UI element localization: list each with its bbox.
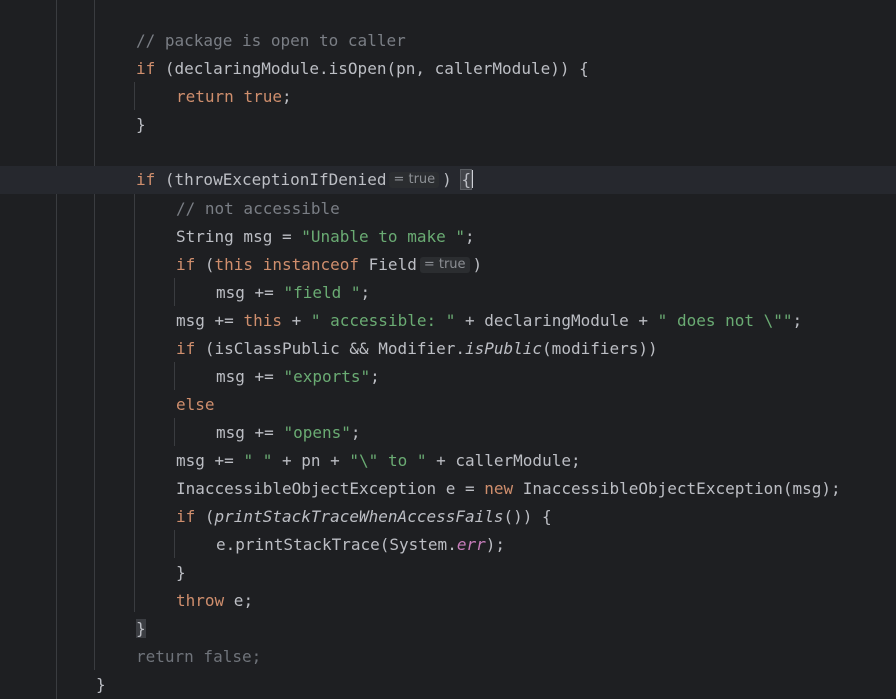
code-text: ;	[465, 227, 475, 246]
string-literal: "exports"	[283, 367, 371, 386]
indent-guide	[94, 0, 95, 670]
string-literal: "Unable to make "	[301, 227, 465, 246]
code-line[interactable]: // not accessible	[176, 195, 340, 223]
keyword: return	[176, 87, 234, 106]
code-text: ;	[350, 423, 361, 442]
code-text: msg +=	[176, 451, 244, 470]
code-text: }	[176, 563, 186, 582]
code-line[interactable]: e.printStackTrace(System.err);	[216, 531, 505, 559]
string-literal: "opens"	[283, 423, 351, 442]
code-line[interactable]: if (declaringModule.isOpen(pn, callerMod…	[136, 55, 589, 83]
code-text: ;	[360, 283, 371, 302]
string-literal: " does not \""	[657, 311, 793, 330]
string-literal: "\" to "	[349, 451, 427, 470]
string-literal: " "	[243, 451, 273, 470]
code-line[interactable]: msg += " " + pn + "\" to " + callerModul…	[176, 447, 581, 475]
code-text: (modifiers))	[542, 339, 658, 358]
keyword: true	[243, 87, 282, 106]
code-line[interactable]: throw e;	[176, 587, 253, 615]
code-text: InaccessibleObjectException e =	[176, 479, 485, 498]
code-text: e.printStackTrace(System.	[216, 535, 457, 554]
indent-guide	[174, 278, 175, 306]
static-method-call: isPublic	[464, 339, 543, 358]
string-literal: " accessible: "	[310, 311, 456, 330]
code-line[interactable]: }	[136, 615, 146, 643]
code-line[interactable]: InaccessibleObjectException e = new Inac…	[176, 475, 841, 503]
code-text: ()) {	[503, 507, 552, 526]
code-text: }	[96, 675, 106, 694]
code-line[interactable]: String msg = "Unable to make ";	[176, 223, 475, 251]
code-text: String msg =	[176, 227, 302, 246]
keyword: if	[176, 339, 196, 358]
indent-guide	[56, 0, 57, 699]
inlay-hint: = true	[419, 257, 470, 273]
code-line[interactable]: msg += "field ";	[216, 279, 370, 307]
code-text: msg +=	[216, 283, 284, 302]
code-text: (	[195, 255, 215, 274]
indent-guide	[174, 530, 175, 558]
string-literal: "field "	[283, 283, 361, 302]
indent-guide	[174, 362, 175, 390]
comment: // package is open to caller	[136, 31, 406, 50]
unreachable-code: return false;	[136, 647, 262, 666]
code-editor[interactable]: // package is open to caller if (declari…	[0, 0, 896, 699]
code-text: + callerModule;	[426, 451, 581, 470]
code-line[interactable]: if (isClassPublic && Modifier.isPublic(m…	[176, 335, 658, 363]
code-text: (isClassPublic && Modifier.	[195, 339, 465, 358]
code-line[interactable]: msg += "exports";	[216, 363, 380, 391]
matched-brace: {	[460, 169, 473, 190]
code-text: msg +=	[216, 367, 284, 386]
code-text: InaccessibleObjectException(msg);	[513, 479, 841, 498]
indent-guide	[174, 418, 175, 446]
code-line[interactable]: if (printStackTraceWhenAccessFails()) {	[176, 503, 552, 531]
code-line[interactable]: if (throwExceptionIfDenied = true) {	[136, 166, 474, 194]
code-text: +	[281, 311, 311, 330]
code-line[interactable]: // package is open to caller	[136, 27, 406, 55]
matched-brace: }	[136, 619, 146, 638]
code-line[interactable]: if (this instanceof Field = true)	[176, 251, 482, 279]
keyword: this	[243, 311, 282, 330]
code-text: )	[442, 170, 462, 189]
keyword: if	[176, 255, 196, 274]
keyword: throw	[176, 591, 225, 610]
keyword: instanceof	[262, 255, 360, 274]
code-text: ;	[792, 311, 803, 330]
code-line[interactable]: }	[176, 559, 186, 587]
code-text: Field	[359, 255, 417, 274]
code-text: + declaringModule +	[455, 311, 658, 330]
comment: // not accessible	[176, 199, 340, 218]
indent-guide	[134, 82, 135, 110]
code-line[interactable]: else	[176, 391, 215, 419]
code-line[interactable]: }	[136, 111, 146, 139]
code-line[interactable]: }	[96, 671, 106, 699]
code-text: e;	[224, 591, 254, 610]
keyword: else	[176, 395, 215, 414]
code-text: )	[472, 255, 483, 274]
code-text: msg +=	[176, 311, 244, 330]
keyword: this	[214, 255, 254, 274]
code-text: );	[485, 535, 505, 554]
indent-guide	[134, 194, 135, 612]
keyword: new	[484, 479, 514, 498]
keyword: if	[136, 170, 156, 189]
code-text: msg +=	[216, 423, 284, 442]
code-line[interactable]: return true;	[176, 83, 292, 111]
code-text: (throwExceptionIfDenied	[155, 170, 387, 189]
inlay-hint: = true	[389, 172, 440, 188]
code-text: (declaringModule.isOpen(pn, callerModule…	[155, 59, 589, 78]
code-text: }	[136, 115, 146, 134]
code-line[interactable]: return false;	[136, 643, 261, 671]
static-method-call: printStackTraceWhenAccessFails	[214, 507, 504, 526]
keyword: if	[176, 507, 196, 526]
text-caret	[471, 170, 474, 188]
code-line[interactable]: msg += this + " accessible: " + declarin…	[176, 307, 802, 335]
keyword: if	[136, 59, 156, 78]
code-text: + pn +	[272, 451, 350, 470]
code-line[interactable]: msg += "opens";	[216, 419, 361, 447]
code-text: ;	[370, 367, 380, 386]
code-text: ;	[281, 87, 292, 106]
static-field: err	[456, 535, 486, 554]
code-text: (	[195, 507, 215, 526]
